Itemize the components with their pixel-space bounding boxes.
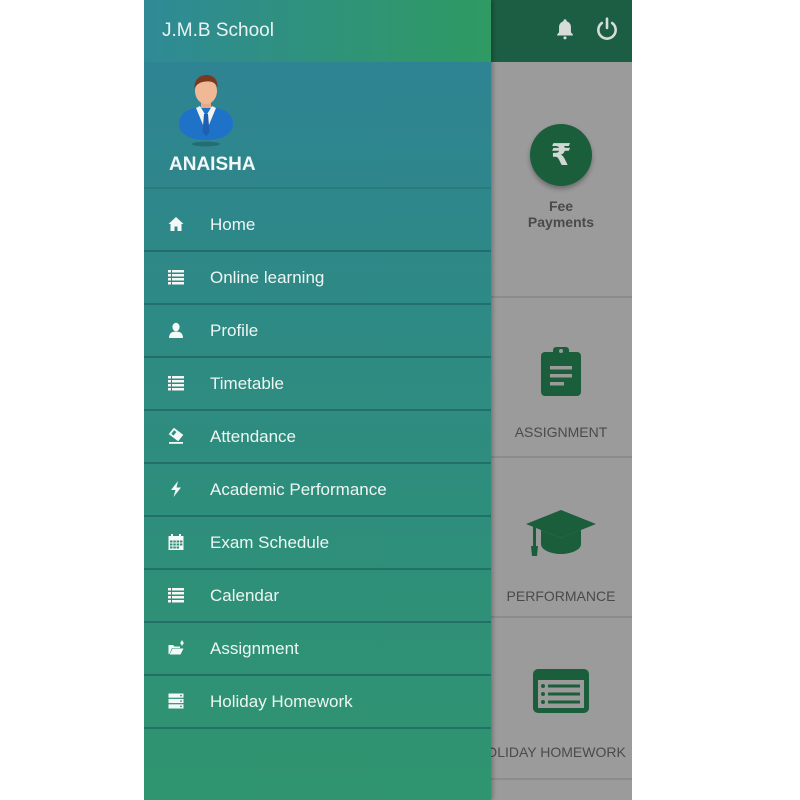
menu-item-timetable[interactable]: Timetable [144,358,491,411]
user-icon [169,322,183,338]
drawer-header: J.M.B School [144,0,491,62]
tile-label: Fee Payments [528,198,594,230]
tile-assignment[interactable]: ASSIGNMENT [490,298,632,458]
list-icon [168,270,184,285]
menu-item-label: Home [210,214,256,234]
home-icon [168,217,184,231]
tile-label-line2: Payments [527,214,595,230]
profile-section: ANAISHA [144,62,491,189]
list-icon [168,588,184,603]
clipboard-icon [541,347,581,396]
tile-performance[interactable]: PERFORMANCE [490,458,632,618]
eraser-icon [168,428,184,444]
navigation-drawer: J.M.B School ANAISHA Home Online learnin… [144,0,491,800]
list-icon [168,376,184,391]
calendar-icon [168,534,184,550]
menu-item-assignment[interactable]: Assignment [144,623,491,676]
tile-label: HOLIDAY HOMEWORK [476,744,626,760]
drawer-menu: Home Online learning Profile Timetable A… [144,199,491,729]
menu-item-label: Profile [210,320,259,340]
rupee-symbol: ₹ [550,138,572,172]
menu-item-exam-schedule[interactable]: Exam Schedule [144,517,491,570]
server-icon [168,693,184,709]
menu-item-calendar[interactable]: Calendar [144,570,491,623]
phone-screen: ₹ Fee Payments ASSIGNMENT PERFORMANCE HO… [144,0,632,800]
power-icon[interactable] [594,16,620,42]
menu-item-label: Academic Performance [210,479,387,499]
tile-label: PERFORMANCE [506,588,616,604]
menu-item-label: Attendance [210,426,297,446]
tile-label: ASSIGNMENT [514,424,608,440]
list-window-icon [533,669,589,713]
menu-item-online-learning[interactable]: Online learning [144,252,491,305]
student-name: ANAISHA [169,154,256,175]
menu-item-holiday-homework[interactable]: Holiday Homework [144,676,491,729]
menu-item-attendance[interactable]: Attendance [144,411,491,464]
menu-item-label: Calendar [210,585,279,605]
menu-item-label: Timetable [210,373,285,393]
folder-icon [168,640,184,655]
menu-item-profile[interactable]: Profile [144,305,491,358]
menu-item-label: Holiday Homework [210,691,353,711]
bolt-icon [171,481,181,497]
rupee-icon: ₹ [530,124,592,186]
menu-item-label: Online learning [210,267,325,287]
menu-item-home[interactable]: Home [144,199,491,252]
app-bar-actions [552,16,620,42]
graduation-cap-icon [526,510,596,556]
menu-item-label: Assignment [210,638,299,658]
bell-icon[interactable] [552,16,578,42]
menu-item-academic-performance[interactable]: Academic Performance [144,464,491,517]
tile-fee-payments[interactable]: ₹ Fee Payments [490,62,632,298]
school-name: J.M.B School [162,20,274,41]
menu-item-label: Exam Schedule [210,532,330,552]
avatar[interactable] [176,72,236,148]
tile-holiday-homework[interactable]: HOLIDAY HOMEWORK [476,618,632,780]
tile-label-line1: Fee [548,198,574,214]
